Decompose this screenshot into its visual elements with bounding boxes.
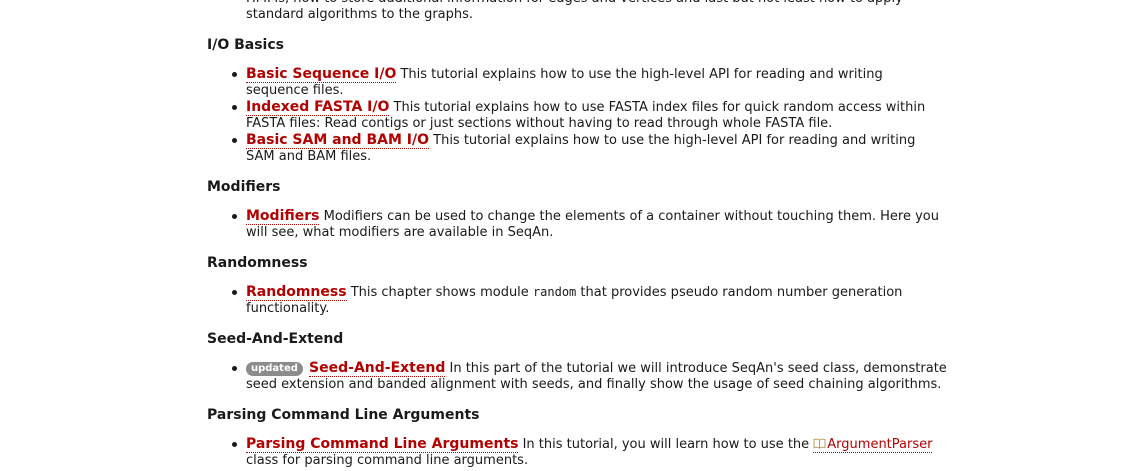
tutorial-list: Parsing Command Line Arguments In this t… bbox=[207, 436, 947, 469]
item-description: Modifiers can be used to change the elem… bbox=[246, 209, 940, 240]
section-heading: I/O Basics bbox=[207, 37, 284, 53]
section-randomness: Randomness Randomness This chapter shows… bbox=[207, 255, 947, 317]
list-item: Indexed FASTA I/O This tutorial explains… bbox=[232, 99, 947, 132]
book-icon bbox=[813, 438, 826, 449]
basic-sequence-io-link[interactable]: Basic Sequence I/O bbox=[246, 66, 397, 83]
tutorial-list: Basic Sequence I/O This tutorial explain… bbox=[207, 66, 947, 165]
section-heading: Randomness bbox=[207, 255, 308, 271]
list-item: Basic Sequence I/O This tutorial explain… bbox=[232, 66, 947, 99]
indexed-fasta-io-link[interactable]: Indexed FASTA I/O bbox=[246, 99, 390, 116]
module-code: random bbox=[532, 285, 577, 299]
list-item: Basic SAM and BAM I/O This tutorial expl… bbox=[232, 132, 947, 165]
updated-badge: updated bbox=[246, 362, 303, 376]
argument-parser-label: ArgumentParser bbox=[827, 437, 933, 452]
list-item: Randomness This chapter shows module ran… bbox=[232, 284, 947, 317]
argument-parser-link[interactable]: ArgumentParser bbox=[813, 437, 933, 453]
section-parsing-command-line: Parsing Command Line Arguments Parsing C… bbox=[207, 407, 947, 469]
item-description: This chapter shows module bbox=[346, 285, 533, 300]
section-heading: Seed-And-Extend bbox=[207, 331, 344, 347]
modifiers-link[interactable]: Modifiers bbox=[246, 208, 320, 225]
item-description: In this tutorial, you will learn how to … bbox=[518, 437, 814, 452]
list-item: updated Seed-And-Extend In this part of … bbox=[232, 360, 947, 393]
tutorial-list: Randomness This chapter shows module ran… bbox=[207, 284, 947, 317]
section-heading: Modifiers bbox=[207, 179, 281, 195]
item-description: class for parsing command line arguments… bbox=[246, 453, 529, 468]
list-item: Modifiers Modifiers can be used to chang… bbox=[232, 208, 947, 241]
randomness-link[interactable]: Randomness bbox=[246, 284, 347, 301]
tutorial-content: HMMs, how to store additional informatio… bbox=[207, 0, 947, 469]
section-io-basics: I/O Basics Basic Sequence I/O This tutor… bbox=[207, 37, 947, 165]
section-seed-and-extend: Seed-And-Extend updated Seed-And-Extend … bbox=[207, 331, 947, 393]
tutorial-list: Modifiers Modifiers can be used to chang… bbox=[207, 208, 947, 241]
parsing-command-line-link[interactable]: Parsing Command Line Arguments bbox=[246, 436, 519, 453]
tutorial-list: updated Seed-And-Extend In this part of … bbox=[207, 360, 947, 393]
basic-sam-bam-io-link[interactable]: Basic SAM and BAM I/O bbox=[246, 132, 429, 149]
seed-and-extend-link[interactable]: Seed-And-Extend bbox=[309, 360, 446, 377]
section-heading: Parsing Command Line Arguments bbox=[207, 407, 480, 423]
section-modifiers: Modifiers Modifiers Modifiers can be use… bbox=[207, 179, 947, 241]
intro-text: HMMs, how to store additional informatio… bbox=[246, 0, 903, 22]
list-item: Parsing Command Line Arguments In this t… bbox=[232, 436, 947, 469]
